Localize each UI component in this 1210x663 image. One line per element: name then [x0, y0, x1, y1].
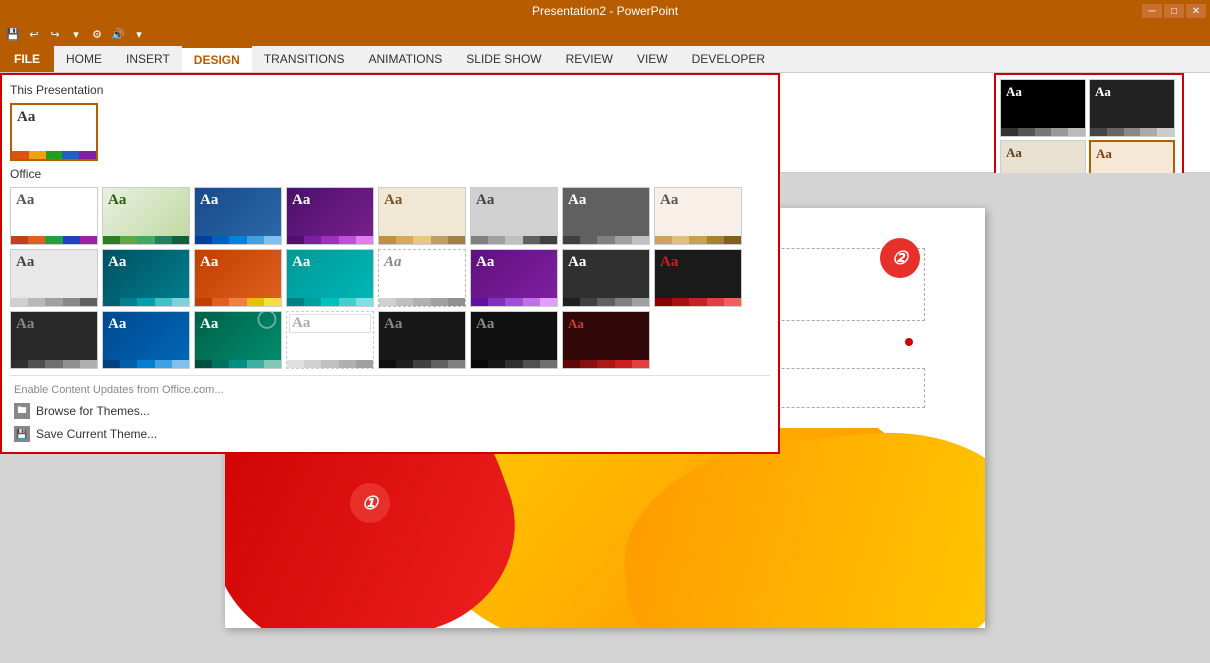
undo-button[interactable]: ↩: [25, 25, 43, 43]
theme-item-office10[interactable]: Aa: [102, 249, 190, 307]
theme-item-office8[interactable]: Aa: [654, 187, 742, 245]
variant-item-2[interactable]: Aa: [1089, 79, 1175, 137]
theme-current-label: Aa: [12, 105, 96, 126]
theme-current-colorbar: [12, 151, 96, 159]
tab-file[interactable]: FILE: [0, 46, 54, 72]
variant-item-1[interactable]: Aa: [1000, 79, 1086, 137]
tab-design[interactable]: DESIGN: [182, 46, 252, 72]
save-theme-link[interactable]: 💾 Save Current Theme...: [10, 424, 770, 444]
theme-item-office12[interactable]: Aa: [286, 249, 374, 307]
theme-item-office15[interactable]: Aa: [562, 249, 650, 307]
minimize-button[interactable]: ─: [1142, 4, 1162, 18]
theme-item-office2[interactable]: Aa: [102, 187, 190, 245]
theme-item-office11[interactable]: Aa: [194, 249, 282, 307]
tab-animations[interactable]: ANIMATIONS: [356, 46, 454, 72]
theme-item-office9[interactable]: Aa: [10, 249, 98, 307]
theme-item-office22[interactable]: Aa: [470, 311, 558, 369]
theme-item-office13[interactable]: Aa: [378, 249, 466, 307]
ribbon-content: This Presentation Aa Office Aa: [0, 73, 1210, 173]
slide-background: [225, 428, 985, 628]
theme-current[interactable]: Aa: [10, 103, 98, 161]
theme-item-office5[interactable]: Aa: [378, 187, 466, 245]
red-dot: [905, 338, 913, 346]
panel-divider: [10, 375, 770, 376]
save-theme-label: Save Current Theme...: [36, 427, 157, 441]
theme-gallery-panel: This Presentation Aa Office Aa: [0, 73, 780, 454]
volume-button[interactable]: 🔊: [109, 25, 127, 43]
theme-item-office7[interactable]: Aa: [562, 187, 650, 245]
more-button[interactable]: ▾: [130, 25, 148, 43]
ribbon-tabs: FILE HOME INSERT DESIGN TRANSITIONS ANIM…: [0, 46, 1210, 73]
tab-insert[interactable]: INSERT: [114, 46, 182, 72]
title-bar: Presentation2 - PowerPoint ─ □ ✕: [0, 0, 1210, 22]
panel-footer: Enable Content Updates from Office.com..…: [10, 382, 770, 444]
this-presentation-label: This Presentation: [10, 83, 770, 97]
tab-transitions[interactable]: TRANSITIONS: [252, 46, 357, 72]
theme-item-office20[interactable]: Aa: [286, 311, 374, 369]
theme-item-office1[interactable]: Aa: [10, 187, 98, 245]
redo-button[interactable]: ↪: [46, 25, 64, 43]
tab-developer[interactable]: DEVELOPER: [680, 46, 777, 72]
theme-item-office3[interactable]: Aa: [194, 187, 282, 245]
theme-item-office6[interactable]: Aa: [470, 187, 558, 245]
theme-item-office17[interactable]: Aa: [10, 311, 98, 369]
theme-item-office18[interactable]: Aa: [102, 311, 190, 369]
browse-themes-label: Browse for Themes...: [36, 404, 150, 418]
theme-item-office4[interactable]: Aa: [286, 187, 374, 245]
theme-item-office19[interactable]: Aa◯: [194, 311, 282, 369]
customize-qat-button[interactable]: ▾: [67, 25, 85, 43]
tab-home[interactable]: HOME: [54, 46, 114, 72]
theme-item-office14[interactable]: Aa: [470, 249, 558, 307]
quick-access-toolbar: 💾 ↩ ↪ ▾ ⚙ 🔊 ▾: [0, 22, 1210, 46]
theme-item-office23[interactable]: Aa: [562, 311, 650, 369]
save-button[interactable]: 💾: [4, 25, 22, 43]
browse-themes-icon: 🖿: [14, 403, 30, 419]
presentation-options-button[interactable]: ⚙: [88, 25, 106, 43]
close-button[interactable]: ✕: [1186, 4, 1206, 18]
annotation-2: ②: [880, 238, 920, 278]
theme-item-office16[interactable]: Aa: [654, 249, 742, 307]
current-theme-grid: Aa: [10, 103, 770, 161]
annotation-1: ①: [350, 483, 390, 523]
theme-item-office21[interactable]: Aa: [378, 311, 466, 369]
tab-slideshow[interactable]: SLIDE SHOW: [454, 46, 553, 72]
office-themes-grid: Aa Aa Aa Aa Aa Aa: [10, 187, 770, 369]
maximize-button[interactable]: □: [1164, 4, 1184, 18]
office-label: Office: [10, 167, 770, 181]
tab-review[interactable]: REVIEW: [554, 46, 625, 72]
window-controls: ─ □ ✕: [1142, 4, 1206, 18]
tab-view[interactable]: VIEW: [625, 46, 680, 72]
browse-themes-link[interactable]: 🖿 Browse for Themes...: [10, 401, 770, 421]
enable-content-text: Enable Content Updates from Office.com..…: [10, 382, 770, 398]
window-title: Presentation2 - PowerPoint: [532, 4, 678, 18]
save-theme-icon: 💾: [14, 426, 30, 442]
